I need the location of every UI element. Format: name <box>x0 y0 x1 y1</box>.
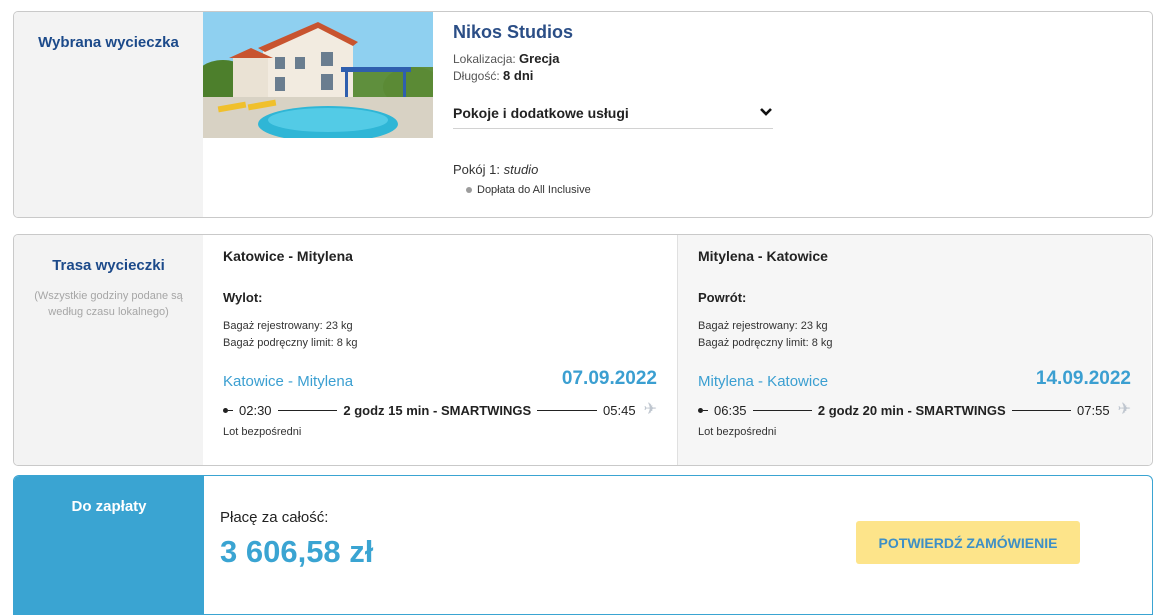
selected-trip-sidebar: Wybrana wycieczka <box>14 12 203 217</box>
trip-route-card: Trasa wycieczki (Wszystkie godziny podan… <box>13 234 1153 466</box>
payment-card: Do zapłaty Płacę za całość: 3 606,58 zł … <box>13 475 1153 615</box>
flight-date: 07.09.2022 <box>561 368 657 389</box>
direct-flight-label: Lot bezpośredni <box>698 426 777 438</box>
room-extra-item: Dopłata do All Inclusive <box>466 184 591 196</box>
location-label: Lokalizacja: <box>453 52 516 66</box>
duration-line: Długość: 8 dni <box>453 68 773 83</box>
airplane-icon: ✈ <box>1117 401 1131 418</box>
flight-duration: 2 godz 20 min <box>817 402 904 418</box>
return-leg: Mitylena - Katowice Powrót: Bagaż rejest… <box>677 235 1151 465</box>
airplane-icon: ✈ <box>643 401 657 418</box>
hand-baggage: Bagaż podręczny limit: 8 kg <box>698 337 833 349</box>
leg-direction: Wylot: <box>223 290 263 305</box>
timeline-line <box>752 409 812 411</box>
flight-route: Katowice - Mitylena <box>223 373 354 390</box>
flight-timeline: 06:35 2 godz 20 min - SMARTWINGS 07:55 ✈ <box>698 401 1131 419</box>
carrier: SMARTWINGS <box>915 402 1006 418</box>
departure-time: 06:35 <box>714 402 747 418</box>
leg-title: Katowice - Mitylena <box>223 248 353 264</box>
separator: - <box>907 402 912 418</box>
room-extra-label: Dopłata do All Inclusive <box>477 184 591 196</box>
chevron-down-icon[interactable] <box>759 104 773 122</box>
flight-route: Mitylena - Katowice <box>698 373 829 390</box>
trip-route-heading: Trasa wycieczki <box>52 257 165 274</box>
location-value: Grecja <box>519 51 560 66</box>
duration-label: Długość: <box>453 69 500 83</box>
carrier: SMARTWINGS <box>440 402 532 418</box>
flight-duration-carrier: 2 godz 20 min - SMARTWINGS <box>818 403 1006 418</box>
arrival-time: 05:45 <box>603 402 636 418</box>
location-line: Lokalizacja: Grecja <box>453 51 773 66</box>
local-time-note: (Wszystkie godziny podane są według czas… <box>34 290 183 318</box>
hotel-name[interactable]: Nikos Studios <box>453 22 773 43</box>
checked-baggage: Bagaż rejestrowany: 23 kg <box>698 320 828 332</box>
total-amount: 3 606,58 zł <box>220 534 374 569</box>
hotel-photo-illustration <box>203 12 433 138</box>
hand-baggage: Bagaż podręczny limit: 8 kg <box>223 337 358 349</box>
room-line: Pokój 1: studio <box>453 162 538 177</box>
flight-timeline: 02:30 2 godz 15 min - SMARTWINGS 05:45 ✈ <box>223 401 657 419</box>
flight-date: 14.09.2022 <box>1035 368 1131 389</box>
rooms-services-toggle[interactable]: Pokoje i dodatkowe usługi <box>453 97 773 129</box>
timeline-line <box>1011 409 1072 411</box>
direct-flight-label: Lot bezpośredni <box>223 426 302 438</box>
trip-route-sidebar: Trasa wycieczki (Wszystkie godziny podan… <box>14 235 203 465</box>
departure-dot-icon <box>698 407 708 413</box>
hotel-photo[interactable] <box>203 12 433 138</box>
leg-title: Mitylena - Katowice <box>698 248 828 264</box>
selected-trip-card: Wybrana wycieczka Nikos Studios Lokaliza… <box>13 11 1153 218</box>
pay-total-label: Płacę za całość: <box>220 509 329 526</box>
duration-value: 8 dni <box>503 68 534 83</box>
room-type: studio <box>503 162 539 177</box>
separator: - <box>432 402 438 418</box>
rooms-services-label: Pokoje i dodatkowe usługi <box>453 104 629 121</box>
payment-sidebar: Do zapłaty <box>14 476 204 614</box>
departure-time: 02:30 <box>239 402 272 418</box>
room-label: Pokój 1: <box>453 162 500 177</box>
payment-heading: Do zapłaty <box>71 498 147 515</box>
timeline-line <box>537 409 598 411</box>
departure-dot-icon <box>223 407 233 413</box>
arrival-time: 07:55 <box>1077 402 1110 418</box>
flight-duration: 2 godz 15 min <box>343 402 430 418</box>
outbound-leg: Katowice - Mitylena Wylot: Bagaż rejestr… <box>203 235 677 465</box>
bullet-dot-icon <box>466 187 472 193</box>
confirm-order-button[interactable]: POTWIERDŹ ZAMÓWIENIE <box>856 521 1080 564</box>
checked-baggage: Bagaż rejestrowany: 23 kg <box>223 320 353 332</box>
timeline-line <box>277 409 338 411</box>
selected-trip-heading: Wybrana wycieczka <box>38 34 179 51</box>
hotel-info: Nikos Studios Lokalizacja: Grecja Długoś… <box>453 22 773 129</box>
leg-direction: Powrót: <box>698 290 747 305</box>
flight-duration-carrier: 2 godz 15 min - SMARTWINGS <box>343 403 531 418</box>
